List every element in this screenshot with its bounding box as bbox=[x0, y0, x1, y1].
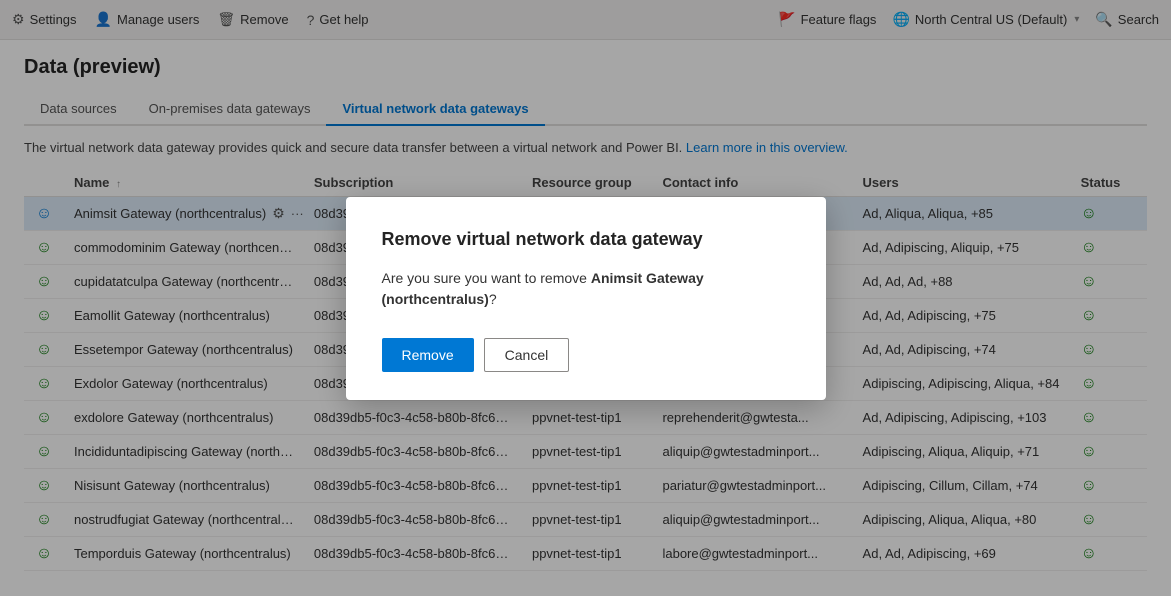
modal-body-suffix: ? bbox=[489, 291, 497, 307]
modal-cancel-button[interactable]: Cancel bbox=[484, 338, 570, 372]
modal-remove-button[interactable]: Remove bbox=[382, 338, 474, 372]
remove-gateway-modal: Remove virtual network data gateway Are … bbox=[346, 197, 826, 400]
modal-actions: Remove Cancel bbox=[382, 338, 790, 372]
modal-title: Remove virtual network data gateway bbox=[382, 229, 790, 250]
modal-body-prefix: Are you sure you want to remove bbox=[382, 270, 587, 286]
modal-body: Are you sure you want to remove Animsit … bbox=[382, 268, 790, 310]
modal-overlay: Remove virtual network data gateway Are … bbox=[0, 0, 1171, 596]
